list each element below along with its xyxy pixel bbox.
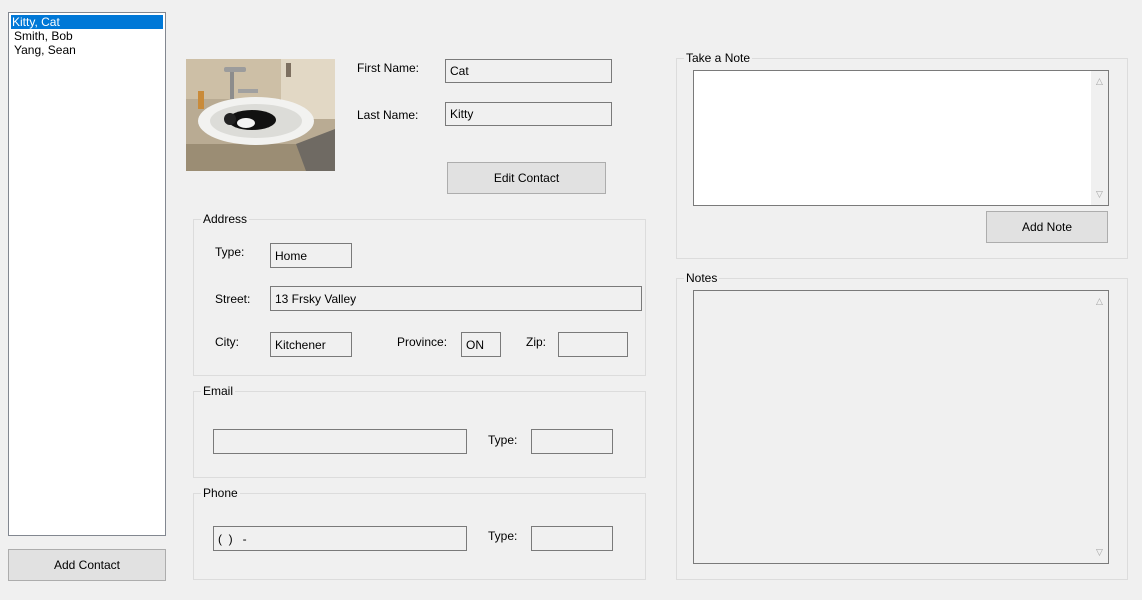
take-note-scrollbar[interactable]: △ ▽ bbox=[1091, 71, 1108, 205]
phone-field[interactable]: ( ) - bbox=[213, 526, 467, 551]
street-field[interactable]: 13 Frsky Valley bbox=[270, 286, 642, 311]
last-name-label: Last Name: bbox=[357, 108, 419, 122]
take-note-textarea[interactable]: △ ▽ bbox=[693, 70, 1109, 206]
add-contact-button[interactable]: Add Contact bbox=[8, 549, 166, 581]
city-field[interactable]: Kitchener bbox=[270, 332, 352, 357]
contact-list-item[interactable]: Kitty, Cat bbox=[11, 15, 163, 29]
contact-photo bbox=[186, 59, 335, 171]
email-field[interactable] bbox=[213, 429, 467, 454]
phone-type-field[interactable] bbox=[531, 526, 613, 551]
scroll-down-icon[interactable]: ▽ bbox=[1091, 186, 1108, 203]
notes-textarea[interactable]: △ ▽ bbox=[693, 290, 1109, 564]
first-name-label: First Name: bbox=[357, 61, 420, 75]
add-note-button[interactable]: Add Note bbox=[986, 211, 1108, 243]
city-label: City: bbox=[215, 335, 239, 349]
scroll-down-icon[interactable]: ▽ bbox=[1091, 544, 1108, 561]
contact-list-item[interactable]: Yang, Sean bbox=[11, 43, 165, 57]
edit-contact-button[interactable]: Edit Contact bbox=[447, 162, 606, 194]
address-type-label: Type: bbox=[215, 245, 245, 259]
last-name-field[interactable]: Kitty bbox=[445, 102, 612, 126]
phone-group-title: Phone bbox=[201, 486, 240, 500]
scroll-up-icon[interactable]: △ bbox=[1091, 73, 1108, 90]
street-label: Street: bbox=[215, 292, 251, 306]
phone-type-label: Type: bbox=[488, 529, 518, 543]
notes-scrollbar[interactable]: △ ▽ bbox=[1091, 291, 1108, 563]
zip-field[interactable] bbox=[558, 332, 628, 357]
scroll-up-icon[interactable]: △ bbox=[1091, 293, 1108, 310]
email-type-field[interactable] bbox=[531, 429, 613, 454]
zip-label: Zip: bbox=[526, 335, 547, 349]
email-type-label: Type: bbox=[488, 433, 518, 447]
contacts-listbox[interactable]: Kitty, Cat Smith, Bob Yang, Sean bbox=[8, 12, 166, 536]
first-name-field[interactable]: Cat bbox=[445, 59, 612, 83]
contact-list-item[interactable]: Smith, Bob bbox=[11, 29, 165, 43]
province-field[interactable]: ON bbox=[461, 332, 501, 357]
address-group-title: Address bbox=[201, 212, 250, 226]
take-note-group-title: Take a Note bbox=[684, 51, 753, 65]
address-type-field[interactable]: Home bbox=[270, 243, 352, 268]
notes-group-title: Notes bbox=[684, 271, 720, 285]
province-label: Province: bbox=[397, 335, 448, 349]
email-group-title: Email bbox=[201, 384, 236, 398]
